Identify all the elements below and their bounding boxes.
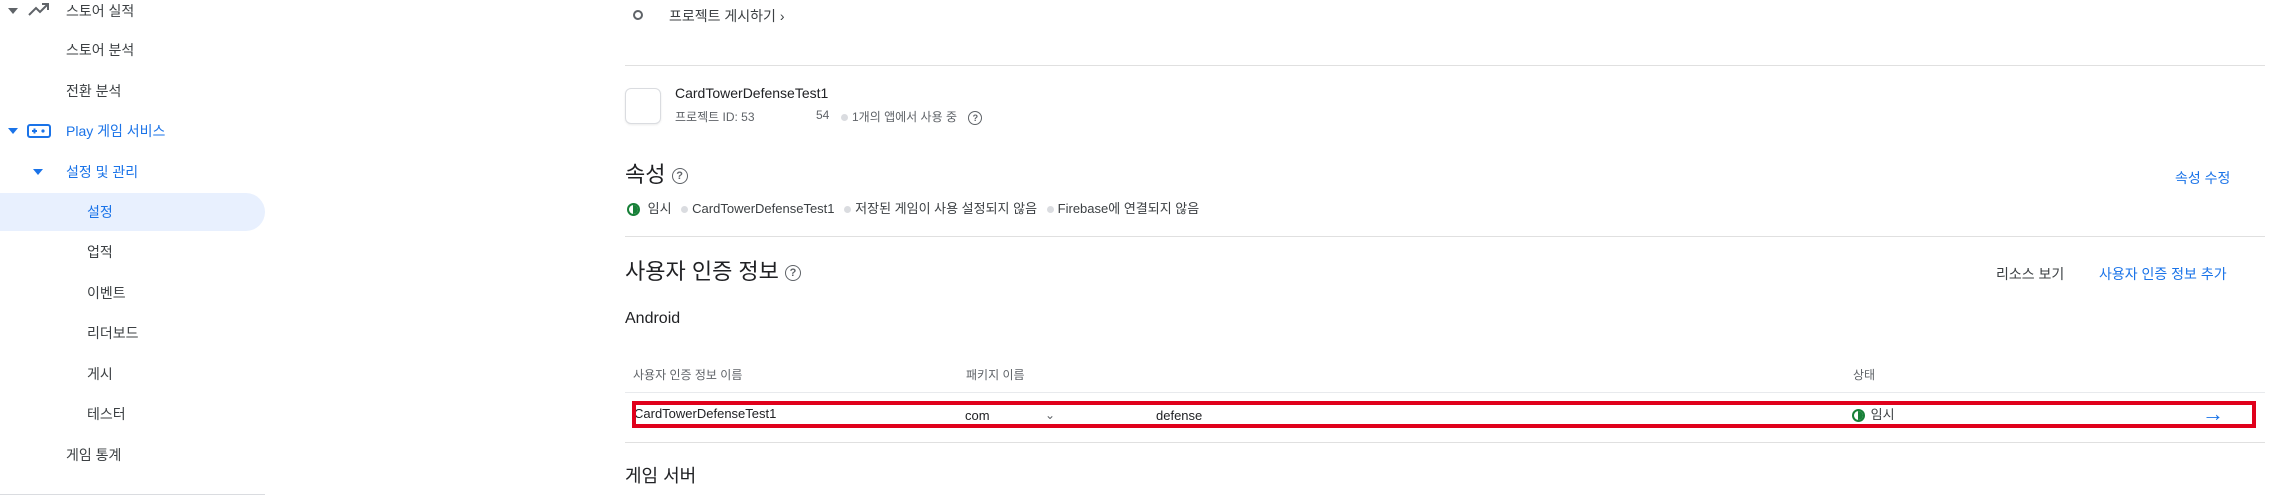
expand-caret-icon — [8, 8, 18, 14]
sidebar-item-label: 게임 통계 — [66, 447, 122, 463]
separator-dot — [1046, 206, 1054, 214]
help-icon[interactable]: ? — [671, 168, 688, 185]
sidebar-item-label: 전환 분석 — [66, 83, 122, 99]
badge-game-name: CardTowerDefenseTest1 — [692, 201, 835, 216]
sidebar-item-label: 스토어 분석 — [66, 42, 135, 58]
badge-draft: 임시 — [647, 201, 672, 216]
divider — [625, 236, 2265, 237]
separator-dot — [681, 206, 689, 214]
sidebar-divider — [0, 494, 265, 495]
project-id: 프로젝트 ID: 53 — [675, 108, 755, 125]
sidebar-item-settings-management[interactable]: 설정 및 관리 — [0, 153, 265, 191]
column-header-credential-name: 사용자 인증 정보 이름 — [633, 368, 743, 382]
chevron-right-icon: › — [779, 8, 785, 24]
expand-caret-icon — [33, 169, 43, 175]
sidebar-item-publishing[interactable]: 게시 — [0, 355, 265, 393]
separator-dot — [841, 114, 848, 122]
publish-project-label: 프로젝트 게시하기 — [669, 8, 776, 24]
project-usage: 1개의 앱에서 사용 중 ? — [835, 108, 983, 125]
draft-status-icon — [627, 203, 640, 217]
properties-title-text: 속성 — [625, 162, 666, 187]
sidebar-item-events[interactable]: 이벤트 — [0, 274, 265, 312]
add-credentials-link[interactable]: 사용자 인증 정보 추가 — [2099, 264, 2227, 284]
sidebar-item-label: 설정 — [87, 204, 113, 220]
sidebar-item-label: 테스터 — [87, 406, 126, 422]
column-header-status: 상태 — [1853, 368, 1876, 382]
publish-project-link[interactable]: 프로젝트 게시하기 › — [669, 6, 785, 26]
sidebar-item-game-stats[interactable]: 게임 통계 — [0, 436, 265, 474]
sidebar-item-label: 설정 및 관리 — [66, 164, 139, 180]
sidebar-item-store-performance[interactable]: 스토어 실적 — [0, 0, 265, 30]
project-name: CardTowerDefenseTest1 — [675, 85, 829, 101]
project-id-label: 프로젝트 ID: 53 — [675, 110, 755, 124]
column-header-package-name: 패키지 이름 — [966, 368, 1025, 382]
help-icon[interactable]: ? — [785, 265, 802, 282]
credentials-title: 사용자 인증 정보 ? — [625, 254, 802, 286]
row-highlight-box — [632, 401, 2256, 428]
properties-badges: 임시 CardTowerDefenseTest1 저장된 게임이 사용 설정되지… — [627, 198, 1199, 217]
sidebar-item-leaderboards[interactable]: 리더보드 — [0, 314, 265, 352]
app-icon — [625, 88, 661, 124]
credentials-title-text: 사용자 인증 정보 — [625, 259, 779, 284]
sidebar-item-label: 업적 — [87, 244, 113, 260]
sidebar-nav: 스토어 실적 스토어 분석 전환 분석 Play 게임 서비스 설정 및 관리 … — [0, 0, 265, 500]
main-content: 프로젝트 게시하기 › CardTowerDefenseTest1 프로젝트 I… — [625, 0, 2275, 500]
game-server-title: 게임 서버 — [625, 466, 697, 486]
help-icon[interactable]: ? — [968, 110, 983, 125]
sidebar-item-label: 스토어 실적 — [66, 3, 135, 19]
badge-saved-games: 저장된 게임이 사용 설정되지 않음 — [855, 201, 1038, 216]
divider — [625, 442, 2265, 443]
expand-caret-icon — [8, 128, 18, 134]
sidebar-item-play-games-services[interactable]: Play 게임 서비스 — [0, 112, 265, 150]
edit-properties-link[interactable]: 속성 수정 — [2175, 168, 2230, 188]
sidebar-item-store-analysis[interactable]: 스토어 분석 — [0, 31, 265, 69]
sidebar-item-label: 이벤트 — [87, 285, 126, 301]
platform-heading: Android — [625, 310, 681, 327]
sidebar-item-label: 리더보드 — [87, 325, 139, 341]
sidebar-item-label: Play 게임 서비스 — [66, 123, 166, 139]
project-id-suffix: 54 — [816, 108, 830, 122]
trending-up-icon — [28, 3, 49, 16]
sidebar-item-settings[interactable]: 설정 — [0, 193, 265, 231]
project-usage-text: 1개의 앱에서 사용 중 — [852, 110, 957, 124]
step-circle-icon — [633, 10, 643, 20]
properties-title: 속성 ? — [625, 157, 688, 189]
table-divider — [625, 392, 2265, 393]
sidebar-item-testers[interactable]: 테스터 — [0, 395, 265, 433]
sidebar-item-label: 게시 — [87, 366, 113, 382]
gamepad-icon — [27, 124, 51, 138]
sidebar-item-conversion-analysis[interactable]: 전환 분석 — [0, 72, 265, 110]
divider — [625, 65, 2265, 66]
sidebar-item-achievements[interactable]: 업적 — [0, 233, 265, 271]
separator-dot — [844, 206, 852, 214]
badge-firebase: Firebase에 연결되지 않음 — [1057, 201, 1200, 216]
view-resources-button[interactable]: 리소스 보기 — [1996, 264, 2064, 284]
